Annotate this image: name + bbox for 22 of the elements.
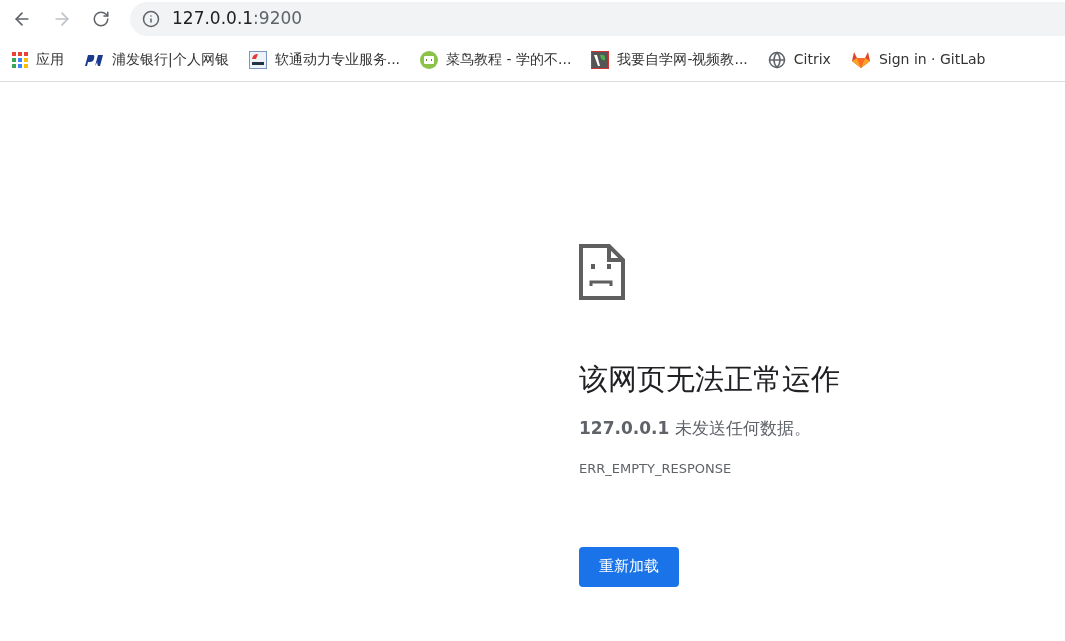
bookmark-item[interactable]: 菜鸟教程 - 学的不... xyxy=(420,49,572,70)
url-text: 127.0.0.1:9200 xyxy=(172,7,303,31)
info-icon xyxy=(142,10,160,28)
error-message: 127.0.0.1 未发送任何数据。 xyxy=(579,416,811,440)
address-bar[interactable]: 127.0.0.1:9200 xyxy=(130,2,1065,36)
apps-grid-icon xyxy=(12,51,28,68)
sad-page-icon xyxy=(579,244,625,300)
bookmark-item[interactable]: Citrix xyxy=(767,49,831,70)
fox-logo-icon xyxy=(850,50,871,69)
psa-logo-icon xyxy=(248,50,267,69)
globe-icon xyxy=(767,50,786,69)
bookmark-item[interactable]: 应用 xyxy=(12,49,64,70)
leaf-logo-icon xyxy=(591,50,610,69)
bookmark-item[interactable]: 浦发银行|个人网银 xyxy=(84,49,229,70)
error-title: 该网页无法正常运作 xyxy=(579,361,840,398)
reload-icon xyxy=(92,10,110,28)
error-code: ERR_EMPTY_RESPONSE xyxy=(579,460,732,478)
reload-page-button[interactable]: 重新加载 xyxy=(579,546,679,587)
bank-logo-icon xyxy=(84,52,104,67)
bookmark-item[interactable]: 软通动力专业服务... xyxy=(248,49,401,70)
bookmark-item[interactable]: 我要自学网-视频教... xyxy=(591,49,748,70)
bookmark-item[interactable]: Sign in · GitLab xyxy=(850,49,986,70)
